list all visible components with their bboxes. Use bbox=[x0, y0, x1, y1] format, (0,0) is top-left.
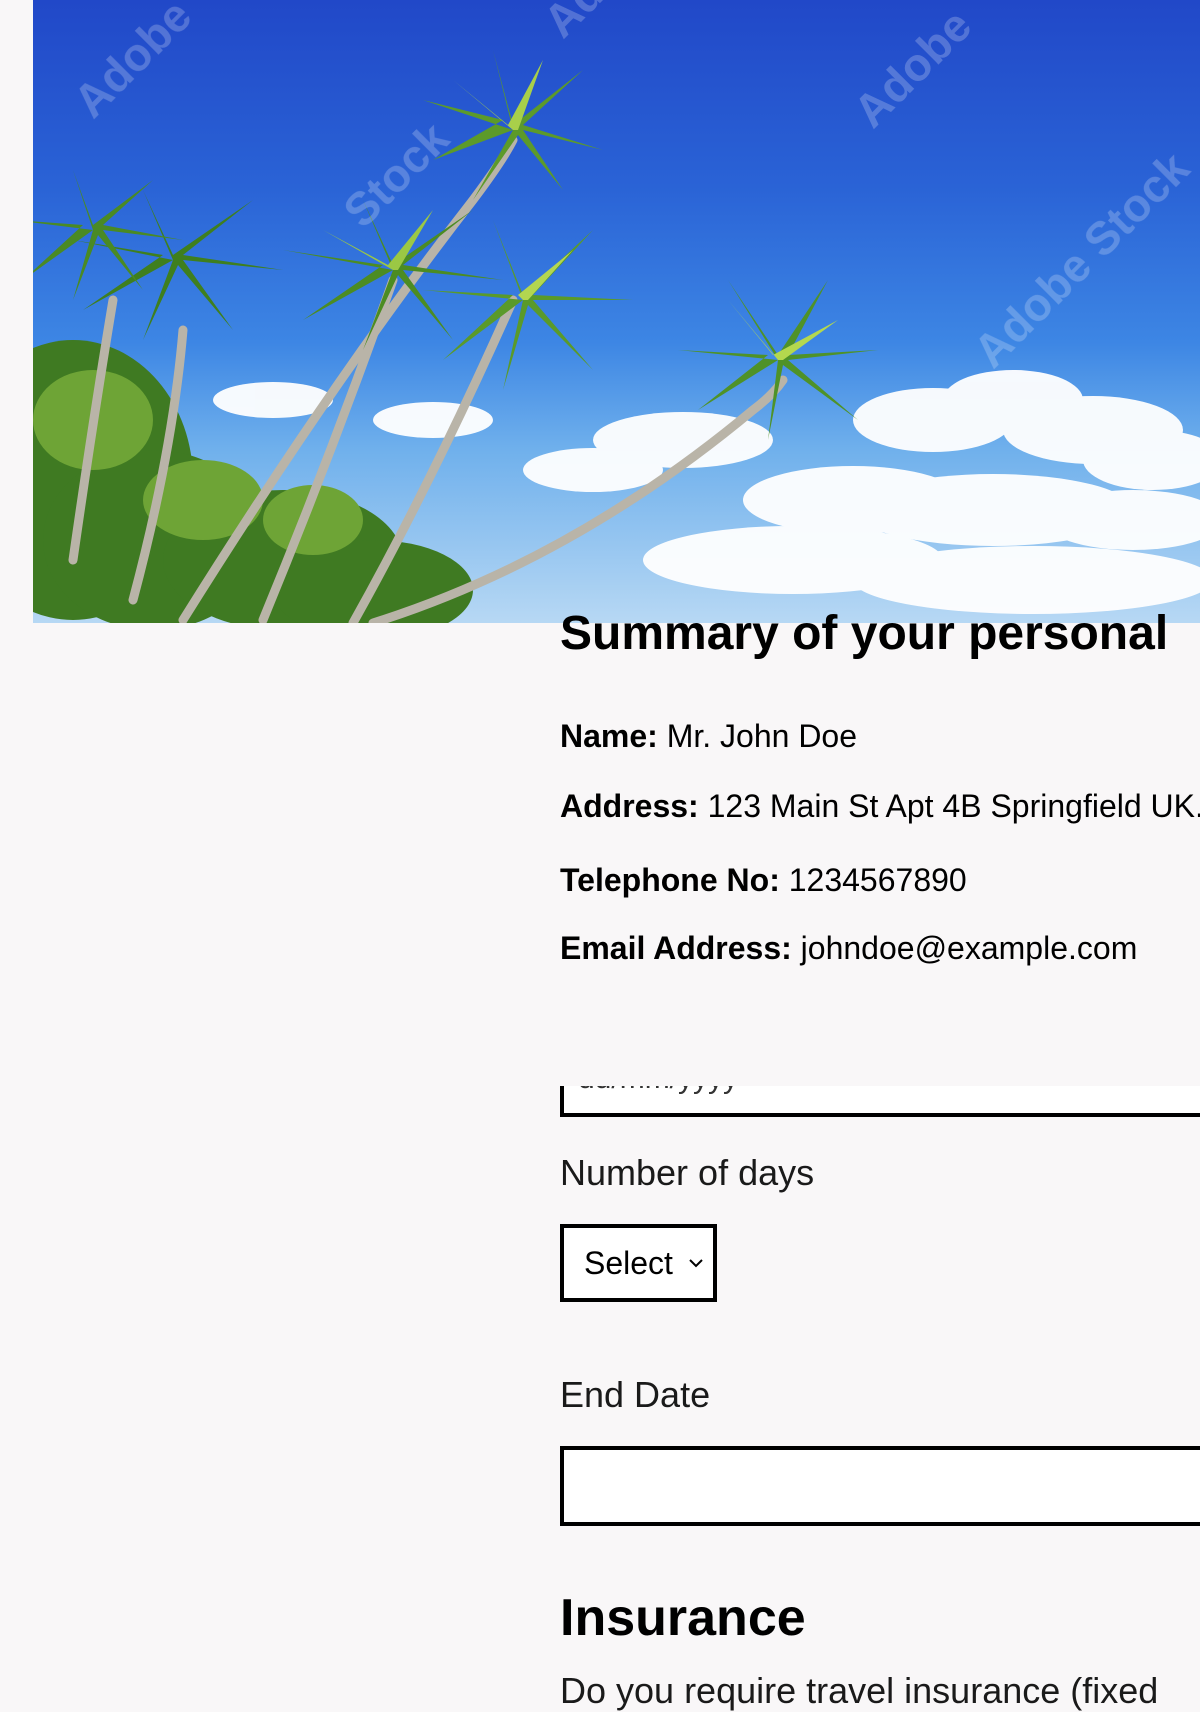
telephone-label: Telephone No: bbox=[560, 862, 780, 898]
end-date-label: End Date bbox=[560, 1374, 711, 1415]
insurance-question: Do you require travel insurance (fixed bbox=[560, 1670, 1159, 1711]
email-value: johndoe@example.com bbox=[800, 930, 1138, 966]
svg-text:Adobe Stock: Adobe Stock bbox=[963, 141, 1199, 377]
summary-address-row: Address: 123 Main St Apt 4B Springfield … bbox=[560, 786, 1200, 826]
hero-banner-image: Adobe Adobe Adobe Adobe Stock Stock bbox=[33, 0, 1200, 623]
svg-text:Adobe: Adobe bbox=[843, 0, 981, 137]
address-label: Address: bbox=[560, 788, 699, 824]
select-value: Select bbox=[584, 1245, 673, 1281]
telephone-value: 1234567890 bbox=[788, 862, 967, 898]
summary-heading-container: Summary of your personal bbox=[560, 600, 1200, 660]
svg-text:Adobe: Adobe bbox=[533, 0, 671, 47]
address-value: 123 Main St Apt 4B Springfield UK. bbox=[707, 788, 1200, 824]
watermark-text: Adobe bbox=[63, 0, 201, 127]
start-date-placeholder: dd/mm/yyyy bbox=[578, 1086, 738, 1096]
svg-text:Stock: Stock bbox=[333, 111, 459, 237]
summary-name-row: Name: Mr. John Doe bbox=[560, 716, 857, 756]
number-of-days-label: Number of days bbox=[560, 1152, 815, 1193]
chevron-down-icon bbox=[689, 1259, 703, 1268]
summary-email-row: Email Address: johndoe@example.com bbox=[560, 928, 1137, 968]
number-of-days-select[interactable]: Select bbox=[560, 1224, 717, 1302]
name-label: Name: bbox=[560, 718, 658, 754]
start-date-input[interactable]: dd/mm/yyyy bbox=[560, 1086, 1200, 1117]
name-value: Mr. John Doe bbox=[666, 718, 858, 754]
summary-telephone-row: Telephone No: 1234567890 bbox=[560, 860, 967, 900]
end-date-input[interactable] bbox=[560, 1446, 1200, 1526]
summary-title: Summary of your personal bbox=[560, 607, 1169, 660]
insurance-title: Insurance bbox=[560, 1589, 806, 1647]
email-label: Email Address: bbox=[560, 930, 792, 966]
